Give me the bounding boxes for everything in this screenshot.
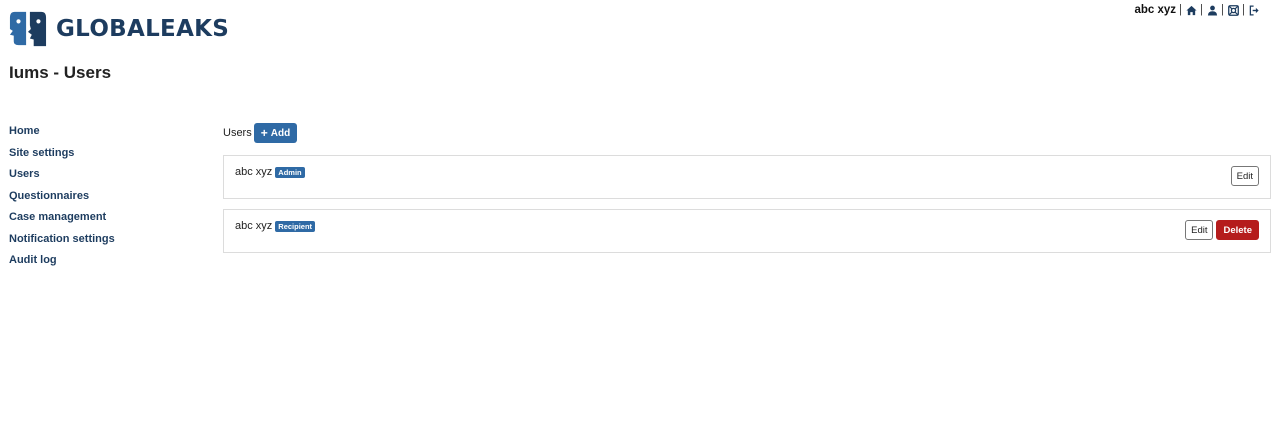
sidebar-item-home[interactable]: Home [9,124,199,146]
delete-user-button[interactable]: Delete [1216,220,1259,240]
user-name: abc xyz [235,220,273,232]
logo[interactable]: GLOBALEAKS [9,10,229,48]
sidebar-item-case-management[interactable]: Case management [9,210,199,232]
edit-user-button[interactable]: Edit [1230,166,1259,186]
users-header: Users + Add [223,123,1271,143]
edit-user-button[interactable]: Edit [1185,220,1214,240]
user-actions: Edit Delete [1185,220,1259,240]
add-user-button[interactable]: + Add [253,123,298,143]
user-toolbar: abc xyz | | | | [1134,4,1260,16]
separator: | [1179,4,1182,16]
current-username: abc xyz [1134,4,1176,16]
separator: | [1200,4,1203,16]
home-icon[interactable] [1185,4,1197,16]
separator: | [1242,4,1245,16]
sidebar-item-notification-settings[interactable]: Notification settings [9,232,199,254]
user-info: abc xyz Recipient [235,220,316,232]
sidebar-nav: Home Site settings Users Questionnaires … [9,124,199,275]
users-panel: Users + Add abc xyz Admin Edit abc xyz R… [223,123,1271,253]
sidebar-item-questionnaires[interactable]: Questionnaires [9,189,199,211]
role-badge: Recipient [275,220,316,232]
role-badge: Admin [275,166,305,178]
globaleaks-logo-icon [9,11,47,47]
user-icon[interactable] [1206,4,1218,16]
user-name: abc xyz [235,166,273,178]
sidebar-item-users[interactable]: Users [9,167,199,189]
user-actions: Edit [1230,166,1259,186]
brand-name: GLOBALEAKS [56,16,230,42]
page-title: Iums - Users [9,63,112,82]
user-info: abc xyz Admin [235,166,305,178]
support-icon[interactable] [1227,4,1239,16]
add-button-label: Add [270,127,291,139]
sidebar-item-site-settings[interactable]: Site settings [9,146,199,168]
separator: | [1221,4,1224,16]
plus-icon: + [260,126,268,140]
user-row: abc xyz Recipient Edit Delete [223,209,1271,253]
user-row: abc xyz Admin Edit [223,155,1271,199]
users-section-label: Users [223,127,252,139]
logout-icon[interactable] [1248,4,1260,16]
sidebar-item-audit-log[interactable]: Audit log [9,253,199,275]
